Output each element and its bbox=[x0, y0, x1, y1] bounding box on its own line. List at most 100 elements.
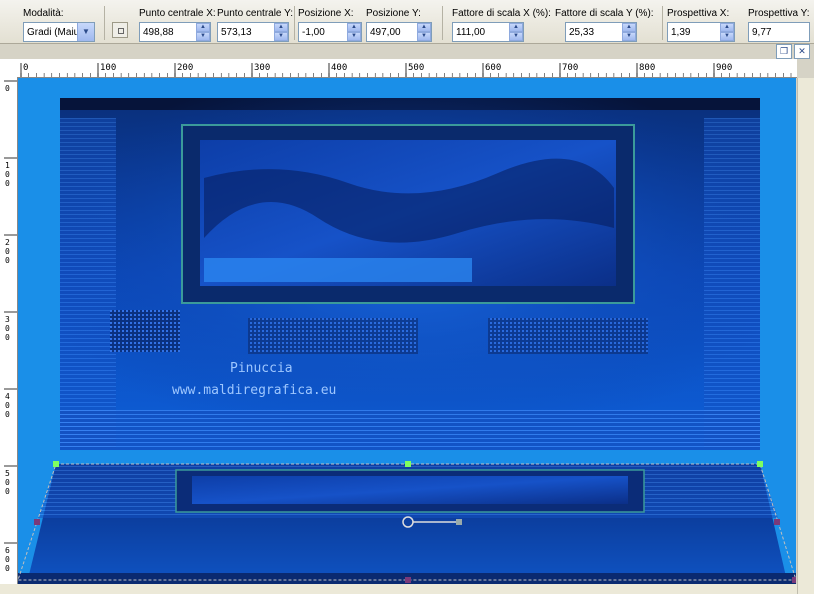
ruler-tick-label: 0 bbox=[5, 555, 10, 564]
ruler-tick-label: 2 bbox=[5, 238, 10, 247]
lower-wall-stripes bbox=[60, 410, 760, 450]
scale-x-value: 111,00 bbox=[456, 26, 486, 38]
mode-select-value: Gradi (Maiu: bbox=[27, 26, 77, 38]
floor-panel-image bbox=[192, 476, 628, 504]
image-canvas[interactable]: Pinuccia www.maldiregrafica.eu bbox=[18, 78, 796, 584]
restore-icon[interactable]: ❐ bbox=[776, 44, 792, 59]
ruler-tick-label: 600 bbox=[485, 63, 501, 73]
perspective-x-value: 1,39 bbox=[671, 26, 691, 38]
ruler-left[interactable]: 0100200300400500600 bbox=[0, 77, 18, 594]
perspective-x-stepper[interactable]: ▲ ▼ bbox=[720, 23, 734, 41]
ruler-tick-label: 700 bbox=[562, 63, 578, 73]
toolbar-separator bbox=[442, 6, 443, 40]
center-x-label: Punto centrale X: bbox=[139, 8, 216, 19]
ruler-tick-label: 0 bbox=[5, 256, 10, 265]
center-y-stepper[interactable]: ▲ ▼ bbox=[274, 23, 288, 41]
ruler-tick-label: 900 bbox=[716, 63, 732, 73]
handle-mid-right[interactable] bbox=[774, 519, 780, 525]
scale-x-label: Fattore di scala X (%): bbox=[452, 8, 551, 19]
position-x-value: -1,00 bbox=[302, 26, 325, 38]
scale-y-input[interactable]: 25,33 ▲ ▼ bbox=[565, 22, 637, 42]
tool-options-toolbar: Modalità: Gradi (Maiu: ▼ Punto centrale … bbox=[0, 0, 814, 44]
close-icon[interactable]: ✕ bbox=[794, 44, 810, 59]
center-x-input[interactable]: 498,88 ▲ ▼ bbox=[139, 22, 211, 42]
perspective-y-label: Prospettiva Y: bbox=[748, 8, 810, 19]
position-x-label: Posizione X: bbox=[298, 8, 354, 19]
window-controls: ❐ ✕ bbox=[776, 44, 810, 59]
ruler-tick-label: 100 bbox=[100, 63, 116, 73]
chevron-down-icon[interactable]: ▼ bbox=[77, 23, 94, 41]
left-column-stripes bbox=[60, 118, 116, 448]
ruler-tick-label: 0 bbox=[5, 487, 10, 496]
handle-bottom-right[interactable] bbox=[792, 577, 796, 583]
ruler-tick-label: 0 bbox=[5, 478, 10, 487]
ruler-tick-label: 6 bbox=[5, 546, 10, 555]
dot-pattern-center bbox=[248, 318, 418, 354]
scale-y-label: Fattore di scala Y (%): bbox=[555, 8, 654, 19]
perspective-x-input[interactable]: 1,39 ▲ ▼ bbox=[667, 22, 735, 42]
right-column-stripes bbox=[704, 118, 760, 448]
toolbar-separator bbox=[662, 6, 663, 40]
watermark-line2: www.maldiregrafica.eu bbox=[172, 383, 336, 398]
position-y-label: Posizione Y: bbox=[366, 8, 421, 19]
center-x-value: 498,88 bbox=[143, 26, 174, 38]
position-x-stepper[interactable]: ▲ ▼ bbox=[347, 23, 361, 41]
vertical-scrollbar[interactable] bbox=[797, 78, 814, 594]
ruler-tick-label: 0 bbox=[5, 410, 10, 419]
scale-x-stepper[interactable]: ▲ ▼ bbox=[509, 23, 523, 41]
scale-y-stepper[interactable]: ▲ ▼ bbox=[622, 23, 636, 41]
reset-icon[interactable] bbox=[112, 22, 128, 38]
ruler-tick-label: 400 bbox=[331, 63, 347, 73]
ruler-tick-label: 4 bbox=[5, 392, 10, 401]
ruler-tick-label: 0 bbox=[5, 247, 10, 256]
ruler-tick-label: 0 bbox=[5, 170, 10, 179]
ruler-tick-label: 5 bbox=[5, 469, 10, 478]
center-y-value: 573,13 bbox=[221, 26, 252, 38]
handle-mid-left[interactable] bbox=[34, 519, 40, 525]
top-panel-light-band bbox=[204, 258, 472, 282]
scale-y-value: 25,33 bbox=[569, 26, 595, 38]
handle-top-right[interactable] bbox=[757, 461, 763, 467]
ruler-top[interactable]: 0 100 200 300 400 500 600 700 800 900 bbox=[17, 59, 797, 78]
center-y-label: Punto centrale Y: bbox=[217, 8, 293, 19]
watermark-line1: Pinuccia bbox=[230, 361, 293, 376]
ruler-tick-label: 200 bbox=[177, 63, 193, 73]
toolbar-separator bbox=[104, 6, 105, 40]
center-y-input[interactable]: 573,13 ▲ ▼ bbox=[217, 22, 289, 42]
image-window: ❐ ✕ 0 100 200 300 400 500 600 700 800 900 0100200… bbox=[0, 44, 814, 594]
ruler-tick-label: 500 bbox=[408, 63, 424, 73]
mode-label: Modalità: bbox=[23, 8, 64, 19]
ruler-tick-label: 1 bbox=[5, 161, 10, 170]
ruler-left-ticks: 0100200300400500600 bbox=[4, 80, 17, 573]
handle-bottom-center[interactable] bbox=[405, 577, 411, 583]
ruler-tick-label: 800 bbox=[639, 63, 655, 73]
handle-top-center[interactable] bbox=[405, 461, 411, 467]
ruler-tick-label: 3 bbox=[5, 315, 10, 324]
ruler-tick-label: 0 bbox=[5, 84, 10, 93]
ruler-top-ticks: 0 100 200 300 400 500 600 700 800 900 bbox=[20, 63, 792, 77]
perspective-y-input[interactable]: 9,77 bbox=[748, 22, 810, 42]
ruler-tick-label: 0 bbox=[23, 63, 28, 73]
ruler-corner bbox=[0, 59, 18, 78]
horizontal-scrollbar[interactable] bbox=[0, 584, 797, 594]
mode-select[interactable]: Gradi (Maiu: ▼ bbox=[23, 22, 95, 42]
ruler-tick-label: 0 bbox=[5, 564, 10, 573]
position-y-value: 497,00 bbox=[370, 26, 401, 38]
ruler-tick-label: 0 bbox=[5, 324, 10, 333]
handle-top-left[interactable] bbox=[53, 461, 59, 467]
rotation-handle[interactable] bbox=[456, 519, 462, 525]
position-y-stepper[interactable]: ▲ ▼ bbox=[417, 23, 431, 41]
position-y-input[interactable]: 497,00 ▲ ▼ bbox=[366, 22, 432, 42]
toolbar-separator bbox=[294, 6, 295, 40]
dot-pattern-right bbox=[488, 318, 648, 354]
ruler-tick-label: 300 bbox=[254, 63, 270, 73]
ruler-tick-label: 0 bbox=[5, 401, 10, 410]
perspective-y-value: 9,77 bbox=[752, 26, 772, 38]
perspective-x-label: Prospettiva X: bbox=[667, 8, 730, 19]
position-x-input[interactable]: -1,00 ▲ ▼ bbox=[298, 22, 362, 42]
center-x-stepper[interactable]: ▲ ▼ bbox=[196, 23, 210, 41]
ruler-tick-label: 0 bbox=[5, 333, 10, 342]
ruler-tick-label: 0 bbox=[5, 179, 10, 188]
dot-pattern-left bbox=[110, 310, 180, 352]
scale-x-input[interactable]: 111,00 ▲ ▼ bbox=[452, 22, 524, 42]
